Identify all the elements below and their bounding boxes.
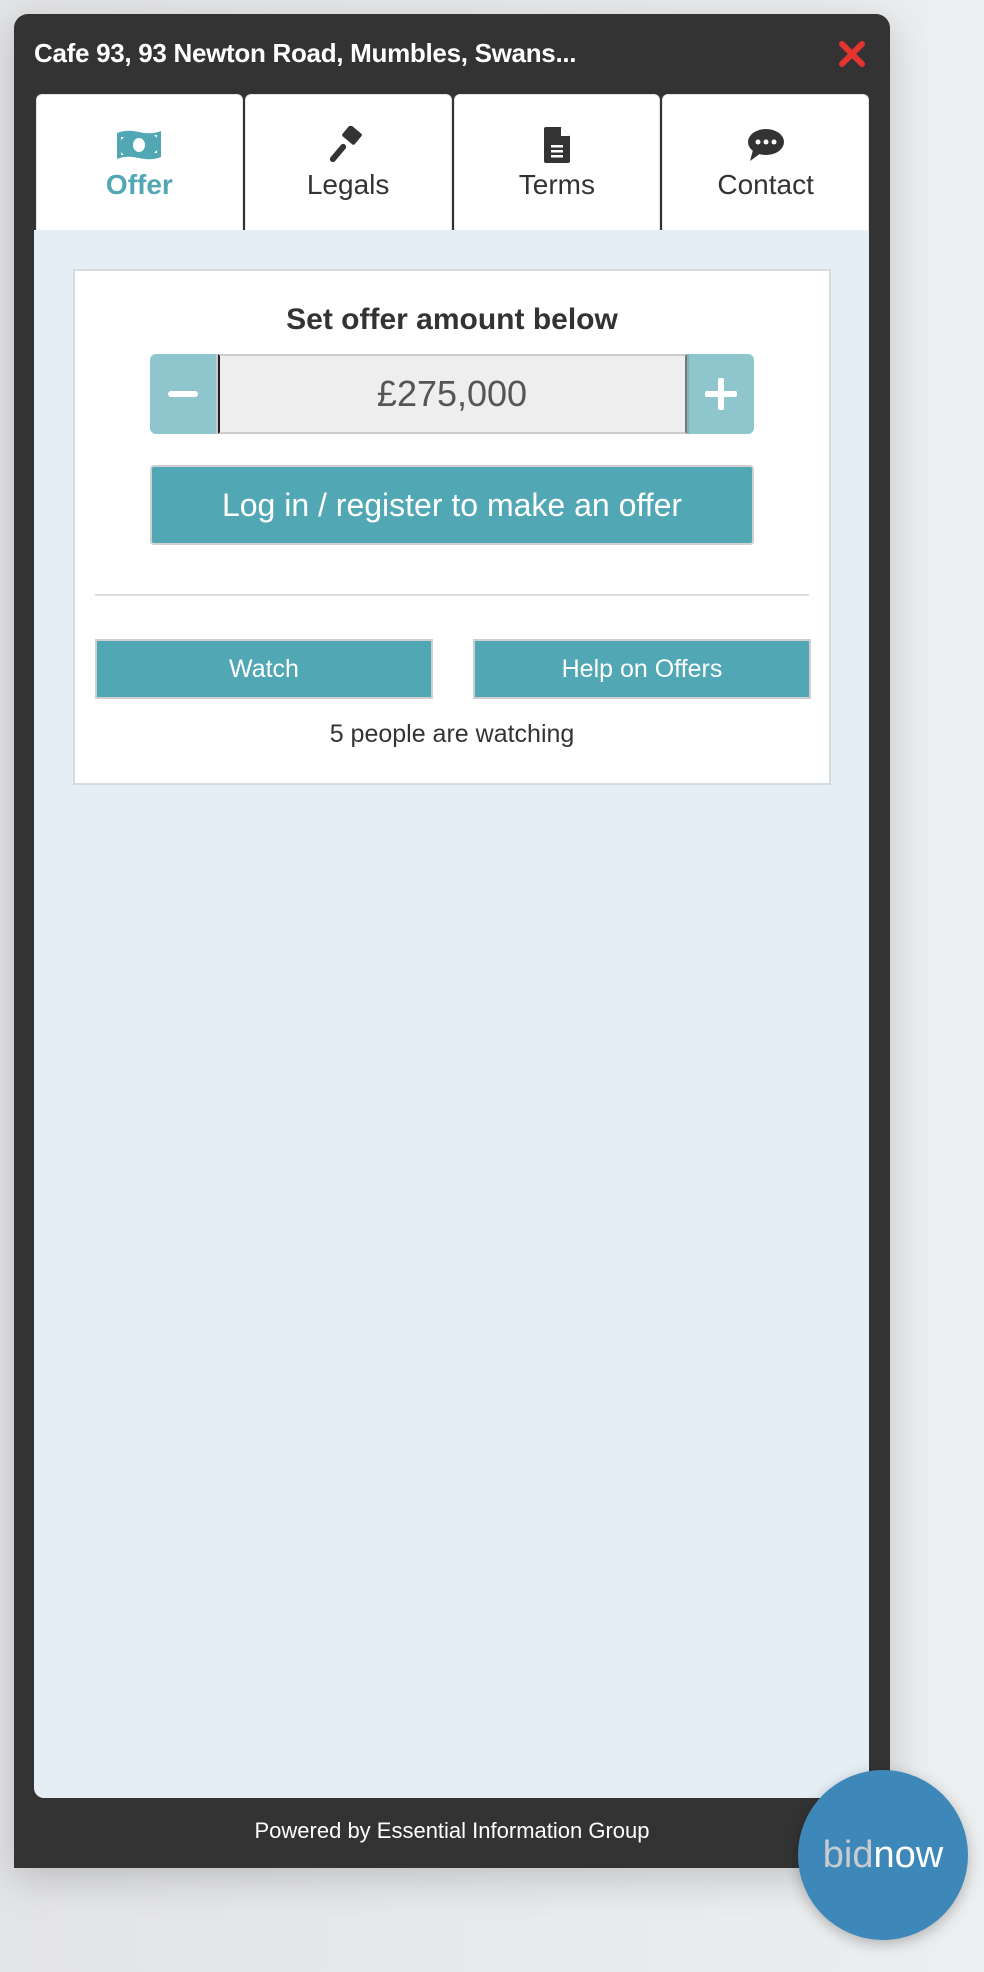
close-button[interactable] xyxy=(836,38,868,70)
login-register-button[interactable]: Log in / register to make an offer xyxy=(150,465,754,545)
tab-offer[interactable]: Offer xyxy=(36,94,243,230)
offer-amount-stepper xyxy=(150,354,754,434)
tab-label: Contact xyxy=(717,169,814,200)
increase-button[interactable] xyxy=(686,354,754,434)
bidnow-badge-button[interactable]: bid now xyxy=(798,1770,968,1940)
divider xyxy=(95,594,809,596)
offer-widget-panel: Cafe 93, 93 Newton Road, Mumbles, Swans.… xyxy=(14,14,890,1868)
offer-amount-input[interactable] xyxy=(217,354,687,434)
tab-contact[interactable]: Contact xyxy=(662,94,869,230)
property-title: Cafe 93, 93 Newton Road, Mumbles, Swans.… xyxy=(34,38,577,68)
tab-content: Set offer amount below Log in / register… xyxy=(34,230,869,1798)
watch-button[interactable]: Watch xyxy=(95,639,433,699)
close-x-icon xyxy=(839,41,865,67)
help-on-offers-button[interactable]: Help on Offers xyxy=(473,639,811,699)
tab-label: Terms xyxy=(518,169,595,200)
watchers-count: 5 people are watching xyxy=(329,720,575,748)
decrease-button[interactable] xyxy=(150,354,218,434)
bidnow-logo-now: now xyxy=(873,1833,944,1876)
gavel-icon xyxy=(329,126,362,163)
widget-header: Cafe 93, 93 Newton Road, Mumbles, Swans.… xyxy=(14,14,890,94)
minus-icon xyxy=(167,391,198,397)
offer-heading: Set offer amount below xyxy=(286,303,618,336)
offer-card: Set offer amount below Log in / register… xyxy=(73,269,831,785)
document-icon xyxy=(543,127,570,163)
plus-icon xyxy=(705,378,738,410)
bidnow-logo-bid: bid xyxy=(822,1833,874,1876)
powered-by-footer: Powered by Essential Information Group xyxy=(254,1818,650,1843)
tab-label: Offer xyxy=(105,169,173,200)
money-bill-icon xyxy=(117,130,162,160)
tab-bar: Offer Legals Terms Contact xyxy=(36,94,869,230)
tab-label: Legals xyxy=(306,169,390,200)
tab-legals[interactable]: Legals xyxy=(244,94,452,230)
chat-bubble-icon xyxy=(747,129,784,161)
tab-terms[interactable]: Terms xyxy=(453,94,661,230)
